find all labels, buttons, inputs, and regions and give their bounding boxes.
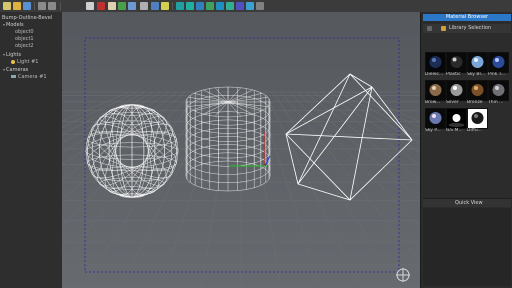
toolbar-divider xyxy=(60,2,61,10)
material-thumb-3[interactable] xyxy=(488,52,509,73)
tree-item-label: Light #1 xyxy=(17,59,39,65)
tree-item-label: Camera #1 xyxy=(18,74,47,80)
toolbar-divider xyxy=(172,2,173,10)
material-label: IES M... xyxy=(446,128,463,133)
tree-item-object1[interactable]: object1 xyxy=(15,36,34,42)
collapse-toggle-icon[interactable]: ▾ xyxy=(3,22,5,27)
material-thumb-10[interactable] xyxy=(467,108,488,129)
material-label: Sky P... xyxy=(425,128,441,133)
viewport-canvas[interactable] xyxy=(62,12,420,288)
3d-viewport[interactable] xyxy=(62,12,420,288)
animation-icon[interactable] xyxy=(246,2,254,10)
tree-item-camera1[interactable]: Camera #1 xyxy=(11,74,47,80)
new-icon[interactable] xyxy=(3,2,11,10)
material-browser-title: Material Browser xyxy=(423,14,511,21)
material-label: Sky Bl... xyxy=(467,72,486,77)
material-thumb-6[interactable] xyxy=(467,80,488,101)
tree-group-models[interactable]: ▾Models xyxy=(3,22,24,28)
tree-group-lights[interactable]: ▾Lights xyxy=(3,52,21,58)
material-label: Plastic xyxy=(446,72,461,77)
material-label: Diffu... xyxy=(467,128,482,133)
undo-icon[interactable] xyxy=(38,2,46,10)
scale-icon[interactable] xyxy=(128,2,136,10)
select-icon[interactable] xyxy=(86,2,94,10)
library-selection-bar[interactable]: Library Selection xyxy=(423,24,511,33)
settings-icon[interactable] xyxy=(256,2,264,10)
render-region-icon[interactable] xyxy=(186,2,194,10)
material-label: Silver xyxy=(446,100,459,105)
library-selection-label: Library Selection xyxy=(449,25,492,31)
material-label: Pink T... xyxy=(488,72,506,77)
environment-icon[interactable] xyxy=(216,2,224,10)
material-thumb-2[interactable] xyxy=(467,52,488,73)
tree-item-light1[interactable]: Light #1 xyxy=(11,59,38,65)
collapse-toggle-icon[interactable]: ▾ xyxy=(3,52,5,57)
quick-view-title: Quick View xyxy=(455,200,483,206)
render-icon[interactable] xyxy=(176,2,184,10)
material-label: Bronze xyxy=(467,100,483,105)
material-thumb-7[interactable] xyxy=(488,80,509,101)
preview-icon[interactable] xyxy=(236,2,244,10)
collapse-toggle-icon[interactable]: ▾ xyxy=(3,67,5,72)
material-thumb-9[interactable] xyxy=(446,108,467,129)
material-thumb-4[interactable] xyxy=(425,80,446,101)
tree-group-label: Cameras xyxy=(6,67,29,73)
display-icon[interactable] xyxy=(226,2,234,10)
open-icon[interactable] xyxy=(13,2,21,10)
light-bulb-icon xyxy=(11,60,15,64)
save-icon[interactable] xyxy=(23,2,31,10)
quick-view-area[interactable] xyxy=(423,208,511,286)
tree-root-label[interactable]: Bump-Outline-Bevel xyxy=(2,15,52,21)
redo-icon[interactable] xyxy=(48,2,56,10)
camera-icon[interactable] xyxy=(151,2,159,10)
material-thumb-1[interactable] xyxy=(446,52,467,73)
texture-icon[interactable] xyxy=(206,2,214,10)
tree-group-label: Lights xyxy=(6,52,22,58)
camera-icon xyxy=(11,75,16,78)
material-label: Brow... xyxy=(425,100,441,105)
move-icon[interactable] xyxy=(97,2,105,10)
material-label: Dielec... xyxy=(425,72,444,77)
material-thumb-0[interactable] xyxy=(425,52,446,73)
tree-item-object0[interactable]: object0 xyxy=(15,29,34,35)
material-browser-panel: Material Browser Library Selection Diele… xyxy=(420,12,512,288)
home-icon[interactable] xyxy=(140,2,148,10)
toolbar-divider xyxy=(34,2,35,10)
library-back-icon[interactable] xyxy=(427,26,432,31)
material-label: Thin ... xyxy=(488,100,504,105)
quick-view-bar[interactable]: Quick View xyxy=(423,198,511,207)
material-thumb-5[interactable] xyxy=(446,80,467,101)
rotate-icon[interactable] xyxy=(118,2,126,10)
tree-group-cameras[interactable]: ▾Cameras xyxy=(3,67,28,73)
library-folder-icon[interactable] xyxy=(441,26,446,31)
tree-group-label: Models xyxy=(6,22,24,28)
pan-icon[interactable] xyxy=(108,2,116,10)
tree-item-object2[interactable]: object2 xyxy=(15,43,34,49)
material-icon[interactable] xyxy=(196,2,204,10)
light-icon[interactable] xyxy=(161,2,169,10)
material-thumb-8[interactable] xyxy=(425,108,446,129)
scene-tree-panel: Bump-Outline-Bevel ▾Models object0 objec… xyxy=(0,12,63,288)
